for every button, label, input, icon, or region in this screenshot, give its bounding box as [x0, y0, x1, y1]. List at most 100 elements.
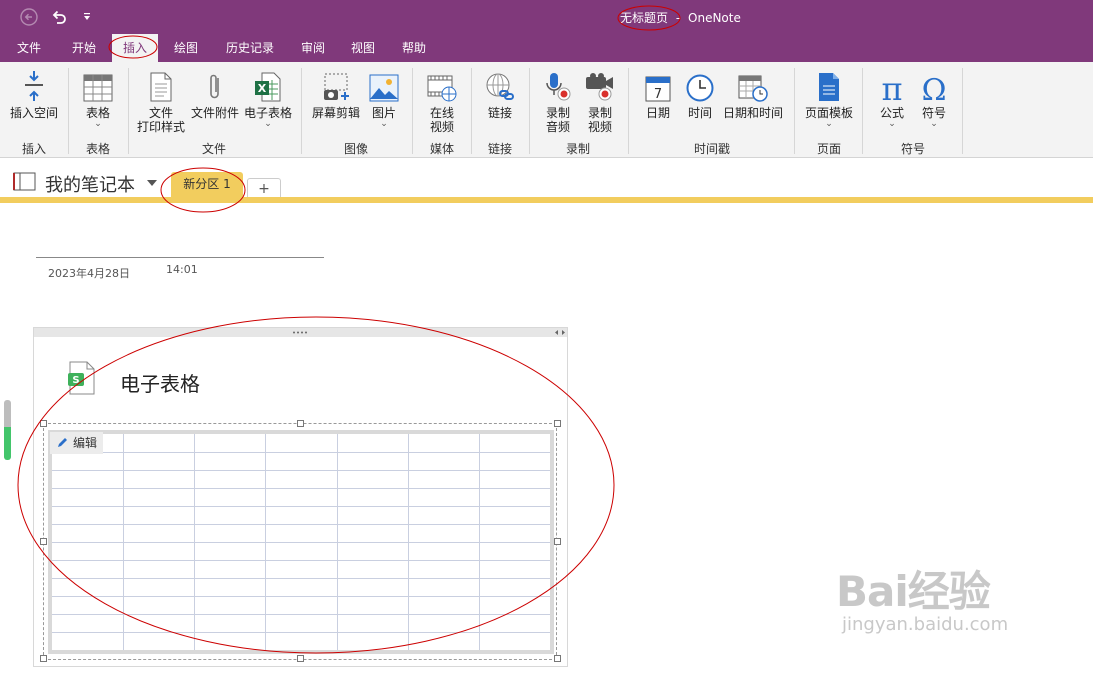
spreadsheet-button[interactable]: X 电子表格 ⌄: [242, 68, 294, 129]
resize-handle[interactable]: [40, 538, 47, 545]
watermark-url: jingyan.baidu.com: [842, 614, 1009, 635]
notebook-dropdown-icon[interactable]: [146, 179, 158, 187]
screen-clipping-button[interactable]: 屏幕剪辑: [308, 68, 364, 120]
tab-file[interactable]: 文件: [8, 34, 50, 62]
record-audio-button[interactable]: 录制 音频: [536, 68, 580, 134]
link-button[interactable]: 链接: [478, 68, 522, 120]
watermark: Bai经验 jingyan.baidu.com: [836, 570, 1008, 636]
group-tables-label: 表格: [85, 142, 110, 156]
resize-handle[interactable]: [554, 420, 561, 427]
tab-help[interactable]: 帮助: [393, 34, 435, 62]
ribbon: 插入空间 插入 表格 ⌄ 表格 文件 打印样式 文件附件 X 电子表格 ⌄ 文件: [0, 62, 1093, 158]
tab-home[interactable]: 开始: [62, 34, 106, 62]
section-color-bar: [0, 197, 1093, 203]
spreadsheet-label: 电子表格: [243, 106, 292, 120]
spreadsheet-file-icon[interactable]: S: [68, 361, 96, 398]
undo-icon: [52, 10, 66, 24]
group-insert-label: 插入: [21, 142, 46, 156]
page-templates-button[interactable]: 页面模板 ⌄: [802, 68, 856, 129]
dropdown-icon: [84, 13, 90, 20]
watermark-logo: Bai经验: [836, 567, 991, 616]
customize-qat-button[interactable]: [76, 6, 98, 28]
date-time-button[interactable]: 日期和时间: [720, 68, 786, 120]
group-symbols-label: 符号: [900, 142, 925, 156]
svg-text:X: X: [258, 82, 267, 95]
svg-text:7: 7: [654, 87, 662, 102]
document-icon: [134, 68, 188, 102]
online-video-button[interactable]: 在线 视频: [420, 68, 464, 134]
notebook-name[interactable]: 我的笔记本: [45, 171, 135, 197]
insert-space-icon: [6, 68, 62, 102]
table-button[interactable]: 表格 ⌄: [76, 68, 120, 129]
resize-handle[interactable]: [554, 538, 561, 545]
link-label: 链接: [487, 106, 512, 120]
resize-handle[interactable]: [40, 655, 47, 662]
file-attachment-label: 文件附件: [190, 106, 239, 120]
back-arrow-icon: [20, 8, 38, 26]
container-move-handle[interactable]: [34, 328, 567, 337]
resize-handle[interactable]: [297, 420, 304, 427]
pencil-icon: [58, 438, 67, 447]
insert-space-label: 插入空间: [9, 106, 58, 120]
group-divider: [471, 68, 472, 154]
excel-icon: X: [242, 68, 294, 102]
resize-arrows-icon[interactable]: [554, 329, 566, 336]
spreadsheet-preview: [48, 430, 554, 654]
notebook-bar: 我的笔记本 新分区 1 +: [0, 158, 1093, 200]
resize-handle[interactable]: [40, 420, 47, 427]
online-video-icon: [420, 68, 464, 102]
link-icon: [478, 68, 522, 102]
group-images-label: 图像: [343, 142, 368, 156]
chevron-down-icon: ⌄: [264, 119, 272, 129]
record-video-label-1: 录制: [587, 106, 612, 120]
undo-button[interactable]: [48, 6, 70, 28]
resize-handle[interactable]: [554, 655, 561, 662]
scroll-indicator[interactable]: [4, 400, 11, 460]
group-divider: [301, 68, 302, 154]
page-title-underline: [36, 257, 324, 258]
symbol-button[interactable]: Ω 符号 ⌄: [914, 68, 954, 129]
page-template-icon: [802, 68, 856, 102]
chevron-down-icon: ⌄: [888, 119, 896, 129]
date-button[interactable]: 7 日期: [638, 68, 678, 120]
chevron-down-icon: ⌄: [380, 119, 388, 129]
tab-insert[interactable]: 插入: [112, 34, 158, 62]
resize-handle[interactable]: [297, 655, 304, 662]
file-printout-button[interactable]: 文件 打印样式: [134, 68, 188, 134]
note-container[interactable]: S 电子表格 编辑: [33, 327, 568, 667]
title-bar: 无标题页 - OneNote: [0, 0, 1093, 34]
paperclip-icon: [188, 68, 242, 102]
record-audio-label-1: 录制: [545, 106, 570, 120]
section-tab[interactable]: 新分区 1: [171, 172, 243, 200]
svg-text:π: π: [881, 72, 902, 102]
group-divider: [628, 68, 629, 154]
tab-history[interactable]: 历史记录: [218, 34, 282, 62]
group-files-label: 文件: [201, 142, 226, 156]
record-audio-label-2: 音频: [545, 120, 570, 134]
svg-text:Ω: Ω: [922, 73, 947, 102]
table-icon: [76, 68, 120, 102]
tab-view[interactable]: 视图: [342, 34, 384, 62]
page-title: 无标题页: [620, 11, 669, 25]
notebook-icon: [13, 172, 36, 191]
table-label: 表格: [85, 106, 110, 120]
file-attachment-button[interactable]: 文件附件: [188, 68, 242, 120]
omega-icon: Ω: [914, 68, 954, 102]
video-camera-icon: [580, 68, 620, 102]
edit-button[interactable]: 编辑: [50, 432, 104, 454]
record-video-label-2: 视频: [587, 120, 612, 134]
record-video-button[interactable]: 录制 视频: [580, 68, 620, 134]
picture-button[interactable]: 图片 ⌄: [366, 68, 402, 129]
time-button[interactable]: 时间: [680, 68, 720, 120]
tab-draw[interactable]: 绘图: [164, 34, 208, 62]
group-divider: [68, 68, 69, 154]
date-label: 日期: [645, 106, 670, 120]
embedded-spreadsheet[interactable]: 编辑: [40, 420, 561, 662]
equation-button[interactable]: π 公式 ⌄: [872, 68, 912, 129]
group-divider: [794, 68, 795, 154]
picture-label: 图片: [371, 106, 396, 120]
back-button[interactable]: [18, 6, 40, 28]
insert-space-button[interactable]: 插入空间: [6, 68, 62, 120]
tab-review[interactable]: 审阅: [292, 34, 334, 62]
group-recording-label: 录制: [565, 142, 590, 156]
